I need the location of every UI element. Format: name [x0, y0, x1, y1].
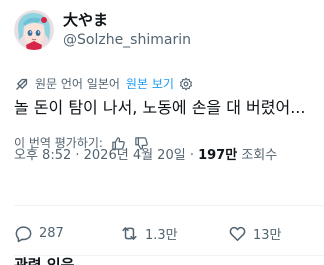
translation-notice: 원문 언어 일본어 원본 보기 — [14, 76, 193, 92]
divider-top — [14, 205, 324, 206]
show-original-link[interactable]: 원본 보기 — [126, 76, 174, 92]
reply-button[interactable]: 287 — [14, 224, 64, 243]
views-count: 197만 — [198, 148, 238, 163]
author-names: 大やま @Solzhe_shimarin — [63, 11, 191, 49]
avatar[interactable] — [14, 10, 54, 50]
translate-icon — [14, 77, 29, 92]
reply-icon — [15, 226, 32, 243]
heart-icon — [229, 226, 246, 241]
like-count: 13만 — [253, 228, 282, 243]
retweet-count: 1.3만 — [145, 228, 178, 243]
author-display-name[interactable]: 大やま — [63, 11, 191, 30]
reply-count: 287 — [39, 226, 64, 241]
author-handle[interactable]: @Solzhe_shimarin — [63, 31, 191, 49]
views-label: 조회수 — [237, 148, 278, 163]
tweet-header: 大やま @Solzhe_shimarin — [14, 10, 191, 50]
tweet-timestamp[interactable]: 오후 8:52 · 2026년 4월 20일 · — [14, 148, 198, 163]
avatar-illustration — [14, 10, 54, 50]
tweet-text: 놀 돈이 탐이 나서, 노동에 손을 대 버렸어... — [14, 98, 306, 117]
related-heading: 관련 있음 — [14, 256, 75, 265]
retweet-icon — [122, 227, 137, 240]
gear-icon[interactable] — [179, 77, 193, 91]
tweet-meta: 오후 8:52 · 2026년 4월 20일 · 197만 조회수 — [14, 147, 277, 165]
like-button[interactable]: 13만 — [228, 224, 282, 243]
translation-notice-text: 원문 언어 일본어 — [35, 77, 120, 91]
tweet-detail: 大やま @Solzhe_shimarin 원문 언어 일본어 원본 보기 놀 돈… — [0, 0, 324, 265]
retweet-button[interactable]: 1.3만 — [120, 224, 178, 243]
tweet-actions: 287 1.3만 13만 — [14, 224, 314, 244]
